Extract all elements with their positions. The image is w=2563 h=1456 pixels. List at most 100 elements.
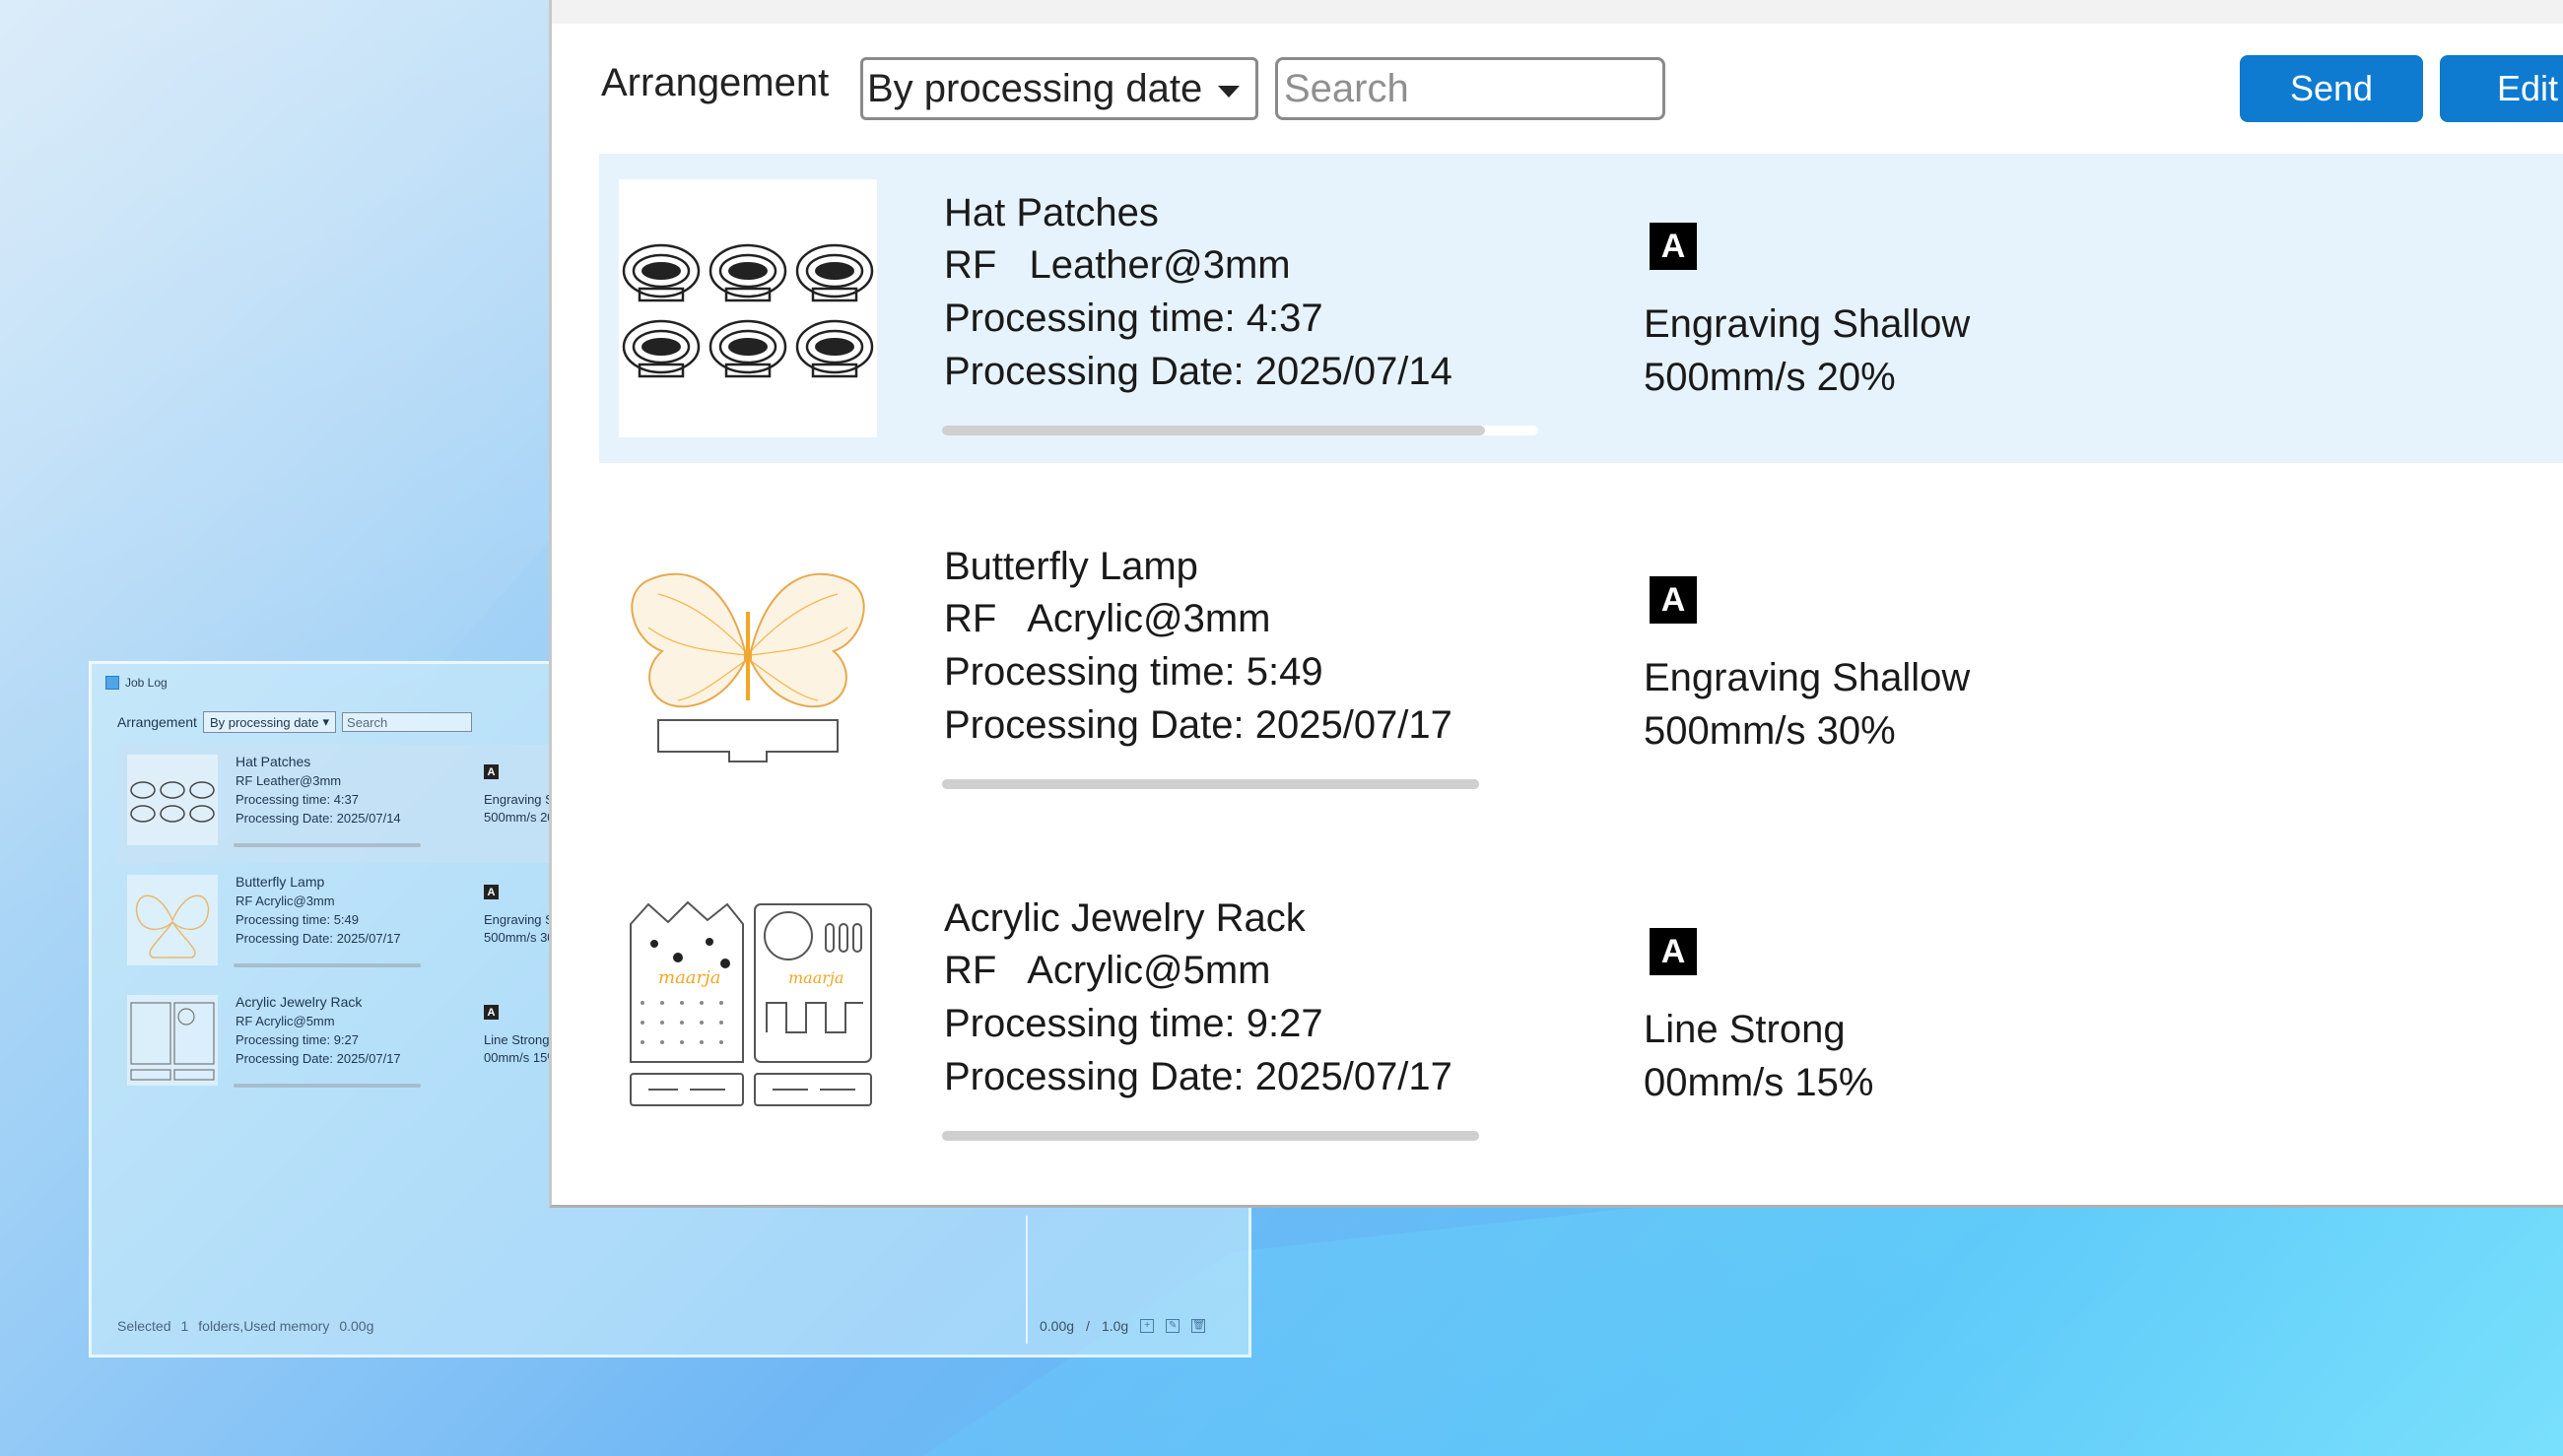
mini-arrangement-label: Arrangement [117, 714, 197, 730]
mini-job-name: Hat Patches [236, 754, 311, 769]
mini-job-thumbnail [127, 995, 218, 1086]
mini-window-title: Job Log [125, 676, 168, 690]
job-progress-bar [942, 426, 1538, 435]
mini-mode-badge: A [484, 885, 499, 899]
sort-select[interactable]: By processing date [860, 57, 1258, 120]
app-icon [105, 676, 119, 690]
svg-text:maarja: maarja [658, 967, 720, 988]
processing-time-label: Processing time: [944, 650, 1236, 694]
mode-a-badge: A [1650, 576, 1697, 624]
layer-name: Engraving Shallow [1644, 656, 1971, 699]
layer-name: Engraving Shallow [1644, 302, 1971, 346]
job-row[interactable]: Hat Patches RF Leather@3mm Processing ti… [599, 154, 2563, 463]
job-material: Acrylic@3mm [1027, 597, 1271, 640]
processing-date-value: 2025/07/17 [1254, 703, 1452, 747]
layer-param: 500mm/s 20% [1644, 356, 1896, 399]
job-progress-bar [942, 1131, 1479, 1141]
job-name: Hat Patches [944, 191, 1159, 234]
mini-job-row[interactable]: Hat Patches RF Leather@3mm Processing ti… [117, 745, 580, 863]
job-name: Acrylic Jewelry Rack [944, 896, 1306, 940]
rf-label: RF [944, 243, 997, 287]
mini-divider [1026, 1216, 1028, 1344]
job-info: Hat Patches RF Leather@3mm Processing ti… [944, 187, 1452, 398]
edit-icon[interactable]: ✎ [1166, 1319, 1180, 1333]
job-layer-params: A Engraving Shallow 500mm/s 20% [1644, 223, 1970, 404]
mini-job-material: RF Leather@3mm [236, 773, 342, 788]
mini-folders-text: folders,Used memory [198, 1318, 330, 1334]
processing-date-label: Processing Date: [944, 1055, 1245, 1098]
job-thumbnail-butterfly-lamp [619, 533, 877, 791]
job-progress-fill [942, 1131, 1479, 1141]
mini-job-material: RF Acrylic@3mm [236, 893, 335, 908]
layer-param: 00mm/s 15% [1644, 1061, 1874, 1104]
mini-memory-sep: / [1086, 1318, 1090, 1334]
mini-layer-param: 00mm/s 15% [484, 1050, 559, 1065]
sort-select-value: By processing date [867, 66, 1203, 110]
job-material-line: RF Acrylic@5mm [944, 944, 1452, 997]
job-material: Leather@3mm [1029, 243, 1291, 287]
mini-sort-value: By processing date [209, 714, 319, 730]
trash-icon[interactable]: 🗑 [1191, 1319, 1206, 1333]
mini-status-bar: Selected 1 folders,Used memory 0.00g [117, 1318, 373, 1334]
job-date-line: Processing Date: 2025/07/17 [944, 698, 1452, 752]
chevron-down-icon [1218, 86, 1240, 98]
job-layer-params: A Engraving Shallow 500mm/s 30% [1644, 576, 1970, 758]
job-name: Butterfly Lamp [944, 545, 1198, 588]
mini-memory-readout: 0.00g / 1.0g + ✎ 🗑 [1040, 1318, 1206, 1334]
processing-date-value: 2025/07/14 [1254, 350, 1452, 393]
job-log-zoomed-panel: Arrangement By processing date Send Edit [549, 0, 2563, 1208]
job-time-line: Processing time: 9:27 [944, 997, 1452, 1050]
processing-time-label: Processing time: [944, 1002, 1236, 1045]
job-progress-fill [942, 779, 1479, 789]
mini-job-date: Processing Date: 2025/07/17 [236, 1051, 401, 1066]
job-info: Acrylic Jewelry Rack RF Acrylic@5mm Proc… [944, 893, 1452, 1103]
mini-search-input[interactable]: Search [342, 712, 473, 732]
arrangement-label: Arrangement [601, 61, 830, 104]
mode-a-badge: A [1650, 928, 1697, 975]
job-info: Butterfly Lamp RF Acrylic@3mm Processing… [944, 541, 1452, 752]
processing-date-value: 2025/07/17 [1254, 1055, 1452, 1098]
processing-time-value: 4:37 [1246, 297, 1323, 340]
mini-job-date: Processing Date: 2025/07/17 [236, 931, 401, 946]
mini-memory-total: 1.0g [1101, 1318, 1129, 1334]
mini-job-name: Butterfly Lamp [236, 874, 325, 890]
job-layer-params: A Line Strong 00mm/s 15% [1644, 928, 1873, 1109]
mini-job-params: A Line Strong 00mm/s 15% [484, 1005, 559, 1067]
chevron-down-icon: ▾ [322, 714, 330, 729]
mini-job-material: RF Acrylic@5mm [236, 1014, 335, 1028]
rf-label: RF [944, 597, 997, 640]
processing-date-label: Processing Date: [944, 350, 1245, 393]
mini-job-name: Acrylic Jewelry Rack [236, 994, 363, 1010]
add-icon[interactable]: + [1140, 1319, 1155, 1333]
mini-mode-badge: A [484, 764, 499, 779]
mini-titlebar: Job Log [105, 672, 168, 694]
rf-label: RF [944, 949, 997, 992]
job-row[interactable]: maarja maarja Acrylic Jewelry Rack RF Ac… [599, 859, 2563, 1166]
mini-sort-select[interactable]: By processing date ▾ [202, 711, 337, 733]
mini-job-row[interactable]: Butterfly Lamp RF Acrylic@3mm Processing… [117, 865, 580, 983]
processing-date-label: Processing Date: [944, 703, 1245, 747]
mini-job-info: Acrylic Jewelry Rack RF Acrylic@5mm Proc… [236, 993, 401, 1068]
job-time-line: Processing time: 4:37 [944, 292, 1452, 345]
mini-job-thumbnail [127, 755, 218, 845]
job-progress-bar [942, 779, 1479, 789]
processing-time-label: Processing time: [944, 297, 1236, 340]
send-button[interactable]: Send [2240, 55, 2423, 122]
job-row[interactable]: Butterfly Lamp RF Acrylic@3mm Processing… [599, 507, 2563, 815]
mini-job-info: Butterfly Lamp RF Acrylic@3mm Processing… [236, 873, 401, 948]
svg-text:maarja: maarja [788, 968, 843, 987]
job-material-line: RF Leather@3mm [944, 238, 1452, 292]
mini-selected-label: Selected [117, 1318, 171, 1334]
panel-top-strip [552, 0, 2563, 24]
processing-time-value: 5:49 [1246, 650, 1323, 694]
mini-job-thumbnail [127, 875, 218, 965]
layer-name: Line Strong [1644, 1008, 1846, 1051]
mini-job-row[interactable]: Acrylic Jewelry Rack RF Acrylic@5mm Proc… [117, 985, 580, 1103]
mini-progress-bar [234, 1084, 421, 1088]
job-thumbnail-hat-patches [619, 179, 877, 437]
search-input[interactable] [1275, 57, 1665, 120]
job-date-line: Processing Date: 2025/07/14 [944, 345, 1452, 398]
processing-time-value: 9:27 [1246, 1002, 1323, 1045]
job-material-line: RF Acrylic@3mm [944, 592, 1452, 645]
edit-button[interactable]: Edit [2440, 55, 2563, 122]
